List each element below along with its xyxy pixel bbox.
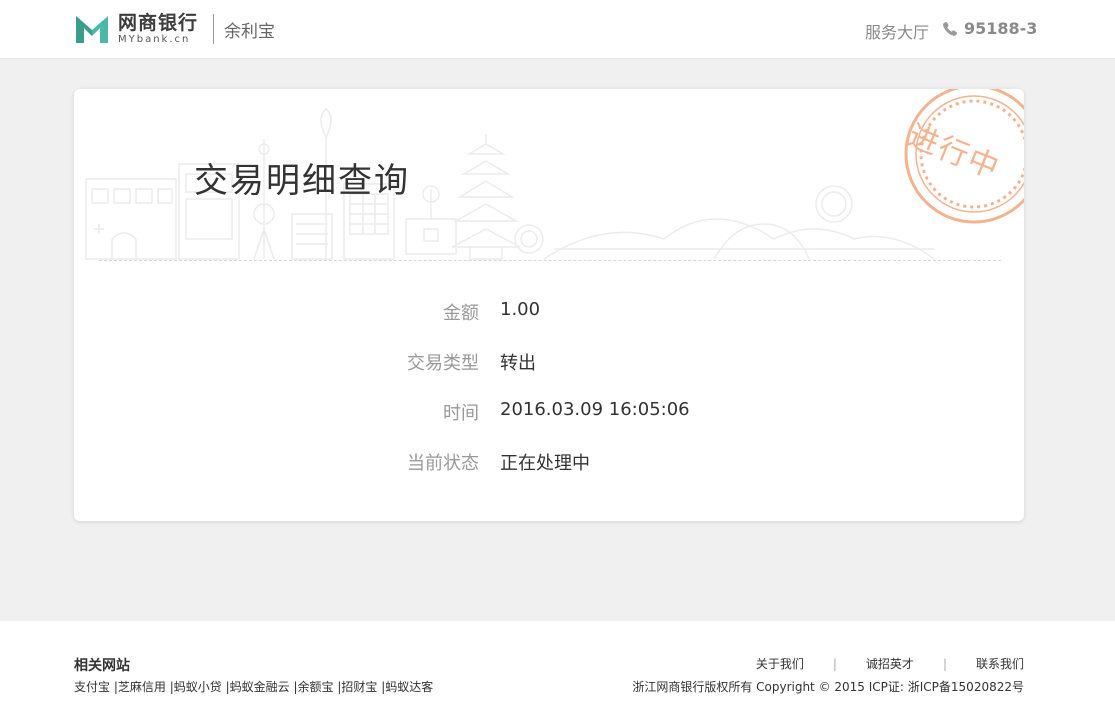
transaction-detail-card: 交易明细查询 进行中 金额 1.00 交易类型 转出 时间 2016.03.09… [74,89,1024,521]
related-sites-links: 支付宝 |芝麻信用 |蚂蚁小贷 |蚂蚁金融云 |余额宝 |招财宝 |蚂蚁达客 [74,680,434,694]
detail-row-time: 时间 2016.03.09 16:05:06 [74,399,1024,429]
detail-row-type: 交易类型 转出 [74,349,1024,379]
page-title: 交易明细查询 [194,161,410,201]
transaction-type-value: 转出 [500,353,536,374]
status-value: 正在处理中 [500,453,590,474]
page-footer: 相关网站 支付宝 |芝麻信用 |蚂蚁小贷 |蚂蚁金融云 |余额宝 |招财宝 |蚂… [0,621,1115,713]
time-label: 时间 [443,403,479,424]
detail-row-amount: 金额 1.00 [74,299,1024,329]
detail-row-status: 当前状态 正在处理中 [74,449,1024,479]
footer-nav-careers[interactable]: 诚招英才 [866,655,914,672]
footer-nav-separator: | [832,656,837,671]
footer-nav: 关于我们 | 诚招英才 | 联系我们 [756,655,1024,672]
footer-nav-contact[interactable]: 联系我们 [976,655,1024,672]
footer-nav-about[interactable]: 关于我们 [756,655,804,672]
time-value: 2016.03.09 16:05:06 [500,399,690,420]
mybank-logo-icon [76,15,108,43]
footer-link-yuebao[interactable]: 余额宝 [298,680,334,694]
service-phone-number: 95188-3 [964,19,1038,38]
status-label: 当前状态 [407,453,479,474]
footer-link-zhima[interactable]: 芝麻信用 [118,680,166,694]
footer-link-jinrongyun[interactable]: 蚂蚁金融云 [230,680,290,694]
amount-value: 1.00 [500,299,541,320]
product-name: 余利宝 [224,22,275,42]
logo-text-en: MYbank.cn [118,34,191,45]
amount-label: 金额 [443,303,479,324]
top-header: 网商银行 MYbank.cn 余利宝 服务大厅 95188-3 [0,0,1115,59]
phone-icon [943,21,958,36]
header-divider [213,14,214,44]
related-sites-title: 相关网站 [74,658,130,674]
footer-link-zhaocaibao[interactable]: 招财宝 [341,680,377,694]
divider [99,260,1001,261]
service-hall-link[interactable]: 服务大厅 [865,19,929,43]
footer-link-dake[interactable]: 蚂蚁达客 [385,680,433,694]
transaction-type-label: 交易类型 [407,353,479,374]
footer-nav-separator: | [942,656,947,671]
copyright-text: 浙江网商银行版权所有 Copyright © 2015 ICP证: 浙ICP备1… [632,680,1024,694]
logo-text-cn: 网商银行 [118,12,199,34]
footer-link-alipay[interactable]: 支付宝 [74,680,110,694]
mybank-logo[interactable]: 网商银行 MYbank.cn [74,13,198,45]
footer-link-xiaodai[interactable]: 蚂蚁小贷 [174,680,222,694]
